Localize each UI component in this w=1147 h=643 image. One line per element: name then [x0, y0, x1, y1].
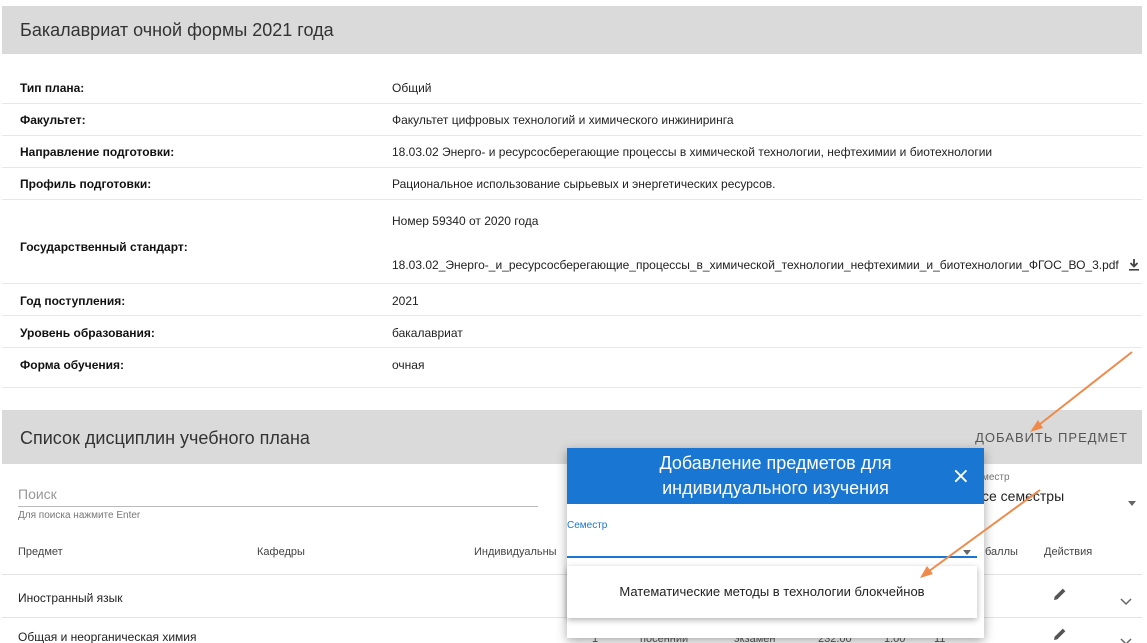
search-input[interactable]	[18, 486, 538, 507]
column-header-individual: Индивидуальны	[474, 546, 557, 558]
info-label: Факультет:	[20, 113, 86, 127]
info-label: Уровень образования:	[20, 326, 155, 340]
column-header-actions: Действия	[1044, 546, 1093, 558]
info-value: Номер 59340 от 2020 года	[392, 214, 539, 228]
info-label: Государственный стандарт:	[20, 240, 188, 254]
semester-filter-label: местр	[982, 472, 1010, 483]
info-value: очная	[392, 358, 425, 372]
info-value: Общий	[392, 81, 432, 95]
info-row-form: Форма обучения: очная	[2, 348, 1142, 388]
chevron-down-icon[interactable]	[1120, 593, 1132, 611]
plan-title: Бакалавриат очной формы 2021 года	[2, 6, 1142, 54]
info-row-level: Уровень образования: бакалавриат	[2, 316, 1142, 348]
info-row-standard: Государственный стандарт: Номер 59340 от…	[2, 200, 1142, 284]
add-subjects-dialog: Добавление предметов для индивидуального…	[567, 448, 984, 638]
standard-file-name[interactable]: 18.03.02_Энерго-_и_ресурсосберегающие_пр…	[392, 258, 1119, 272]
info-label: Направление подготовки:	[20, 145, 175, 159]
info-value: бакалавриат	[392, 326, 463, 340]
row-subject: Иностранный язык	[18, 591, 123, 605]
pencil-icon[interactable]	[1052, 626, 1068, 643]
info-row-profile: Профиль подготовки: Рациональное использ…	[2, 168, 1142, 200]
info-row-plan-type: Тип плана: Общий	[2, 70, 1142, 104]
semester-field-label: Семестр	[567, 520, 608, 531]
pencil-icon[interactable]	[1052, 586, 1068, 607]
info-label: Профиль подготовки:	[20, 177, 152, 191]
dropdown-option[interactable]: Математические методы в технологии блокч…	[567, 566, 977, 618]
search-box: Для поиска нажмите Enter	[18, 486, 538, 521]
info-value: 18.03.02 Энерго- и ресурсосберегающие пр…	[392, 145, 993, 159]
info-row-year: Год поступления: 2021	[2, 284, 1142, 316]
download-icon[interactable]	[1128, 258, 1140, 274]
dialog-title-line2: индивидуального изучения	[662, 478, 889, 498]
search-hint: Для поиска нажмите Enter	[18, 510, 141, 521]
info-value: 2021	[392, 294, 419, 308]
close-icon[interactable]: ×	[952, 464, 970, 489]
column-header-departments: Кафедры	[257, 546, 305, 558]
info-label: Тип плана:	[20, 81, 85, 95]
semester-filter-select[interactable]: се семестры	[982, 488, 1142, 504]
caret-down-icon[interactable]	[963, 542, 971, 560]
dialog-title-line1: Добавление предметов для	[659, 453, 892, 473]
info-value: Факультет цифровых технологий и химическ…	[392, 113, 734, 127]
add-subject-button[interactable]: ДОБАВИТЬ ПРЕДМЕТ	[975, 430, 1128, 445]
caret-down-icon[interactable]	[1128, 493, 1136, 511]
standard-file-link[interactable]: 18.03.02_Энерго-_и_ресурсосберегающие_пр…	[392, 258, 1140, 274]
info-value: Рациональное использование сырьевых и эн…	[392, 177, 776, 191]
info-row-faculty: Факультет: Факультет цифровых технологий…	[2, 104, 1142, 136]
disciplines-title: Список дисциплин учебного плана	[20, 428, 310, 448]
column-header-subject: Предмет	[18, 546, 63, 558]
row-subject: Общая и неорганическая химия	[18, 630, 197, 643]
semester-select[interactable]	[567, 536, 977, 558]
chevron-down-icon[interactable]	[1120, 633, 1132, 643]
column-header-points: баллы	[985, 546, 1018, 558]
info-label: Форма обучения:	[20, 358, 124, 372]
dialog-header: Добавление предметов для индивидуального…	[567, 448, 984, 504]
info-label: Год поступления:	[20, 294, 126, 308]
info-row-direction: Направление подготовки: 18.03.02 Энерго-…	[2, 136, 1142, 168]
